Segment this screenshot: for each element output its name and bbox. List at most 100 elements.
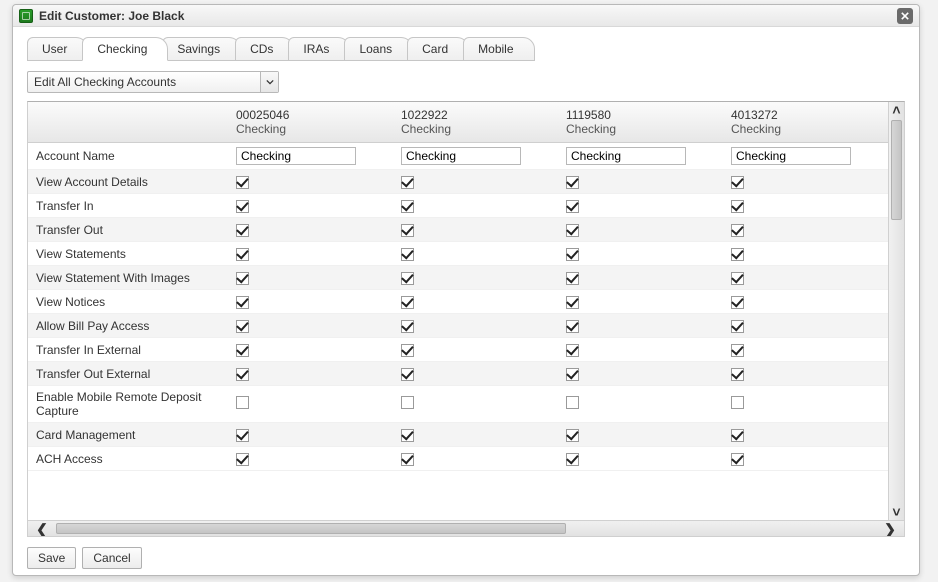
permission-checkbox[interactable] (731, 344, 744, 357)
permission-checkbox[interactable] (401, 344, 414, 357)
permission-cell (393, 170, 558, 194)
tab-checking[interactable]: Checking (82, 37, 168, 61)
permission-cell (558, 218, 723, 242)
table-row: Enable Mobile Remote Deposit Capture (28, 386, 888, 423)
permission-checkbox[interactable] (401, 320, 414, 333)
permission-checkbox[interactable] (566, 224, 579, 237)
permission-label: ACH Access (28, 447, 228, 471)
table-row: Transfer Out External (28, 362, 888, 386)
tab-mobile[interactable]: Mobile (463, 37, 534, 61)
permission-checkbox[interactable] (236, 396, 249, 409)
account-selector-row: Edit All Checking Accounts (27, 71, 905, 93)
tab-user[interactable]: User (27, 37, 88, 61)
permission-checkbox[interactable] (236, 272, 249, 285)
vertical-scrollbar[interactable]: ˄ ˅ (888, 102, 904, 520)
permission-checkbox[interactable] (731, 453, 744, 466)
permission-cell (393, 386, 558, 423)
account-type: Checking (731, 122, 880, 136)
permission-checkbox[interactable] (566, 368, 579, 381)
horizontal-scrollbar[interactable]: ❮ ❯ (28, 520, 904, 536)
permission-checkbox[interactable] (236, 296, 249, 309)
permission-cell (558, 290, 723, 314)
permission-checkbox[interactable] (731, 272, 744, 285)
permission-checkbox[interactable] (236, 320, 249, 333)
permission-checkbox[interactable] (731, 200, 744, 213)
tab-iras[interactable]: IRAs (288, 37, 350, 61)
account-column-header: 4013272Checking (723, 102, 888, 143)
permission-checkbox[interactable] (236, 176, 249, 189)
tab-loans[interactable]: Loans (344, 37, 413, 61)
tab-savings[interactable]: Savings (162, 37, 241, 61)
permission-checkbox[interactable] (731, 248, 744, 261)
permission-checkbox[interactable] (401, 296, 414, 309)
permission-checkbox[interactable] (566, 200, 579, 213)
close-icon[interactable] (897, 8, 913, 24)
edit-customer-window: Edit Customer: Joe Black UserCheckingSav… (12, 4, 920, 576)
permission-checkbox[interactable] (566, 396, 579, 409)
permission-checkbox[interactable] (401, 368, 414, 381)
permission-cell (723, 386, 888, 423)
permission-checkbox[interactable] (566, 320, 579, 333)
permission-checkbox[interactable] (401, 248, 414, 261)
account-name-input[interactable] (566, 147, 686, 165)
permission-cell (228, 314, 393, 338)
permission-checkbox[interactable] (566, 296, 579, 309)
permission-checkbox[interactable] (731, 396, 744, 409)
permission-checkbox[interactable] (236, 453, 249, 466)
permission-checkbox[interactable] (236, 429, 249, 442)
account-name-input[interactable] (731, 147, 851, 165)
table-row: View Account Details (28, 170, 888, 194)
hscroll-thumb[interactable] (56, 523, 566, 534)
permission-checkbox[interactable] (566, 453, 579, 466)
scroll-up-icon[interactable]: ˄ (889, 102, 904, 118)
permission-checkbox[interactable] (236, 200, 249, 213)
permission-cell (558, 143, 723, 170)
permission-cell (228, 338, 393, 362)
permissions-grid: 00025046Checking1022922Checking1119580Ch… (27, 101, 905, 537)
scroll-down-icon[interactable]: ˅ (889, 504, 904, 520)
permission-checkbox[interactable] (566, 248, 579, 261)
vscroll-thumb[interactable] (891, 120, 902, 220)
permission-checkbox[interactable] (401, 200, 414, 213)
permission-cell (393, 362, 558, 386)
permission-checkbox[interactable] (731, 224, 744, 237)
permission-checkbox[interactable] (731, 429, 744, 442)
permission-label: Card Management (28, 423, 228, 447)
permission-checkbox[interactable] (566, 176, 579, 189)
permission-checkbox[interactable] (401, 176, 414, 189)
table-row: View Statement With Images (28, 266, 888, 290)
permission-checkbox[interactable] (236, 248, 249, 261)
tab-card[interactable]: Card (407, 37, 469, 61)
permission-cell (393, 194, 558, 218)
permission-checkbox[interactable] (566, 344, 579, 357)
permission-cell (393, 447, 558, 471)
permission-checkbox[interactable] (236, 224, 249, 237)
permission-cell (723, 423, 888, 447)
permission-cell (558, 194, 723, 218)
account-name-input[interactable] (236, 147, 356, 165)
permission-checkbox[interactable] (401, 272, 414, 285)
permission-checkbox[interactable] (731, 320, 744, 333)
save-button[interactable]: Save (27, 547, 76, 569)
scroll-right-icon[interactable]: ❯ (876, 521, 904, 537)
permission-cell (558, 423, 723, 447)
permission-checkbox[interactable] (731, 176, 744, 189)
permission-checkbox[interactable] (236, 368, 249, 381)
permission-checkbox[interactable] (566, 429, 579, 442)
permission-checkbox[interactable] (236, 344, 249, 357)
permission-checkbox[interactable] (731, 368, 744, 381)
permission-cell (558, 170, 723, 194)
tab-cds[interactable]: CDs (235, 37, 294, 61)
scroll-left-icon[interactable]: ❮ (28, 521, 56, 537)
permission-checkbox[interactable] (401, 429, 414, 442)
account-selector-dropdown[interactable]: Edit All Checking Accounts (27, 71, 279, 93)
permission-cell (228, 362, 393, 386)
permission-checkbox[interactable] (401, 396, 414, 409)
account-name-input[interactable] (401, 147, 521, 165)
permission-checkbox[interactable] (731, 296, 744, 309)
permission-cell (228, 242, 393, 266)
permission-checkbox[interactable] (401, 453, 414, 466)
permission-checkbox[interactable] (401, 224, 414, 237)
permission-checkbox[interactable] (566, 272, 579, 285)
cancel-button[interactable]: Cancel (82, 547, 141, 569)
